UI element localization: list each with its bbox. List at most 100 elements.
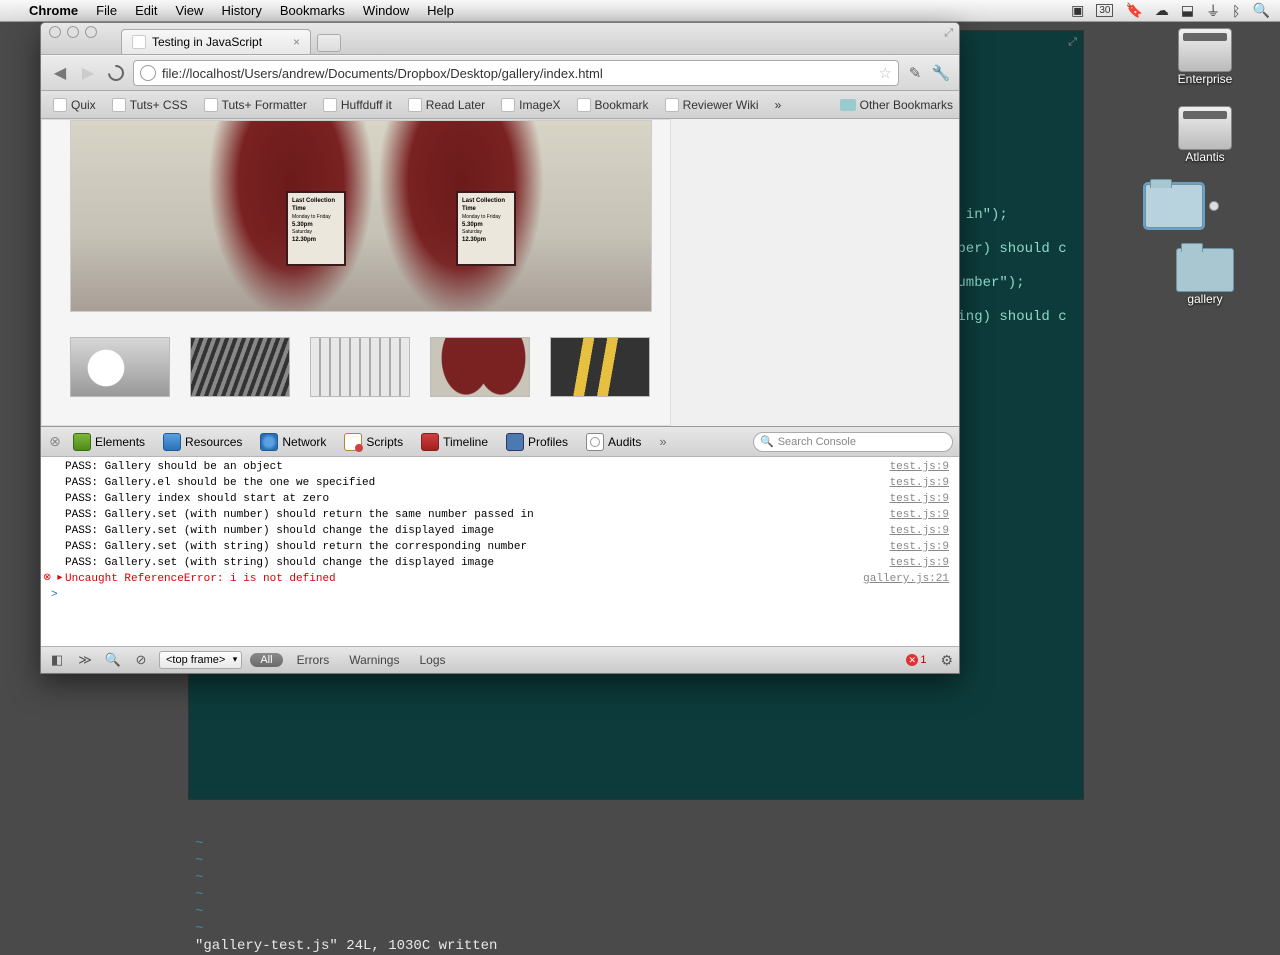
code-line: mber) should c <box>949 241 1083 258</box>
filter-errors[interactable]: Errors <box>291 651 336 669</box>
help-menu[interactable]: Help <box>427 3 454 18</box>
bookmarks-bar: Quix Tuts+ CSS Tuts+ Formatter Huffduff … <box>41 91 959 119</box>
devtools-panel: ⊗ Elements Resources Network Scripts Tim… <box>41 426 959 673</box>
console-output[interactable]: PASS: Gallery should be an objecttest.js… <box>41 457 959 646</box>
bookmark-star-icon[interactable]: ☆ <box>879 64 892 82</box>
show-console-button[interactable]: ≫ <box>75 651 95 669</box>
bookmark-imagex[interactable]: ImageX <box>495 96 566 114</box>
window-minimize-button[interactable] <box>67 26 79 38</box>
console-source-link[interactable]: test.js:9 <box>890 539 949 555</box>
desktop-drive-enterprise[interactable]: Enterprise <box>1145 28 1265 86</box>
filter-all[interactable]: All <box>250 653 282 667</box>
devtools-tab-profiles[interactable]: Profiles <box>498 430 576 454</box>
thumbnail-5[interactable] <box>550 337 650 397</box>
calendar-icon[interactable]: 30 <box>1096 4 1113 17</box>
wifi-icon[interactable]: ⏚ <box>1206 1 1220 21</box>
desktop-folder-gallery[interactable]: gallery <box>1145 248 1265 306</box>
browser-tab[interactable]: Testing in JavaScript × <box>121 29 311 54</box>
devtools-tab-timeline[interactable]: Timeline <box>413 430 496 454</box>
filter-warnings[interactable]: Warnings <box>343 651 405 669</box>
bookmark-label: Bookmark <box>595 98 649 112</box>
bookmark-tuts-formatter[interactable]: Tuts+ Formatter <box>198 96 313 114</box>
thumbnail-1[interactable] <box>70 337 170 397</box>
wrench-menu-icon[interactable]: 🔧 <box>931 63 951 83</box>
console-source-link[interactable]: test.js:9 <box>890 523 949 539</box>
desktop-drive-atlantis[interactable]: Atlantis <box>1145 106 1265 164</box>
console-source-link[interactable]: test.js:9 <box>890 475 949 491</box>
bookmark-tuts-css[interactable]: Tuts+ CSS <box>106 96 194 114</box>
bookmarks-menu[interactable]: Bookmarks <box>280 3 345 18</box>
devtools-close-button[interactable]: ⊗ <box>47 434 63 450</box>
bookmark-bookmark[interactable]: Bookmark <box>571 96 655 114</box>
tab-close-icon[interactable]: × <box>293 35 300 49</box>
bookmarks-overflow[interactable]: » <box>769 96 788 114</box>
forward-button[interactable]: ▶ <box>77 62 99 84</box>
error-count-badge[interactable]: ✕1 <box>906 654 926 666</box>
devtools-statusbar: ◧ ≫ 🔍 ⊘ <top frame> All Errors Warnings … <box>41 646 959 673</box>
code-line: d in"); <box>949 207 1083 224</box>
bookmark-label: Read Later <box>426 98 485 112</box>
devtools-settings-icon[interactable]: ⚙ <box>940 652 953 669</box>
view-menu[interactable]: View <box>175 3 203 18</box>
console-source-link[interactable]: test.js:9 <box>890 459 949 475</box>
devtools-tab-scripts[interactable]: Scripts <box>336 430 411 454</box>
devtools-tab-audits[interactable]: Audits <box>578 430 649 454</box>
console-source-link[interactable]: test.js:9 <box>890 491 949 507</box>
site-info-icon[interactable] <box>140 65 156 81</box>
new-tab-button[interactable] <box>317 34 341 52</box>
reload-button[interactable] <box>105 62 127 84</box>
thumbnail-2[interactable] <box>190 337 290 397</box>
bookmark-reviewer-wiki[interactable]: Reviewer Wiki <box>659 96 765 114</box>
bookmark-read-later[interactable]: Read Later <box>402 96 491 114</box>
console-prompt[interactable]: > <box>41 587 959 603</box>
extension-icon[interactable]: ✎ <box>905 63 925 83</box>
bluetooth-icon[interactable]: ᛒ <box>1232 3 1240 19</box>
devtools-tab-elements[interactable]: Elements <box>65 430 153 454</box>
tab-label: Resources <box>185 435 242 449</box>
screenrec-icon[interactable]: ▣ <box>1071 2 1084 19</box>
console-error-line: Uncaught ReferenceError: i is not define… <box>41 571 959 587</box>
desktop-folder-selected[interactable] <box>1145 184 1265 228</box>
tab-title: Testing in JavaScript <box>152 35 262 49</box>
console-search-input[interactable]: Search Console <box>753 432 953 452</box>
error-count: 1 <box>920 654 926 666</box>
window-close-button[interactable] <box>49 26 61 38</box>
console-source-link[interactable]: test.js:9 <box>890 555 949 571</box>
filter-logs[interactable]: Logs <box>413 651 451 669</box>
other-bookmarks[interactable]: Other Bookmarks <box>840 98 953 112</box>
postbox-panel: Last Collection Time Monday to Friday 5.… <box>286 191 346 266</box>
dropbox-icon[interactable]: ⬓ <box>1181 2 1194 19</box>
frame-selector[interactable]: <top frame> <box>159 651 242 669</box>
file-menu[interactable]: File <box>96 3 117 18</box>
clear-console-button[interactable]: ⊘ <box>131 651 151 669</box>
bookmark-huffduff[interactable]: Huffduff it <box>317 96 398 114</box>
back-button[interactable]: ◀ <box>49 62 71 84</box>
devtools-overflow[interactable]: » <box>659 434 666 449</box>
thumbnail-4[interactable] <box>430 337 530 397</box>
thumbnail-3[interactable] <box>310 337 410 397</box>
timeline-icon <box>421 433 439 451</box>
reading-list-icon[interactable]: 🔖 <box>1125 2 1142 19</box>
fullscreen-icon[interactable]: ⤢ <box>1068 35 1077 52</box>
edit-menu[interactable]: Edit <box>135 3 157 18</box>
devtools-tab-network[interactable]: Network <box>252 430 334 454</box>
address-bar[interactable]: file://localhost/Users/andrew/Documents/… <box>133 60 899 86</box>
devtools-tab-resources[interactable]: Resources <box>155 430 250 454</box>
dock-toggle-button[interactable]: ◧ <box>47 651 67 669</box>
spotlight-icon[interactable]: 🔍 <box>1253 2 1270 19</box>
window-zoom-button[interactable] <box>85 26 97 38</box>
history-menu[interactable]: History <box>221 3 261 18</box>
bookmark-quix[interactable]: Quix <box>47 96 102 114</box>
console-source-link[interactable]: gallery.js:21 <box>863 571 949 587</box>
bookmark-icon <box>323 98 337 112</box>
vim-tilde: ~ <box>189 836 1083 853</box>
console-source-link[interactable]: test.js:9 <box>890 507 949 523</box>
macos-menubar: Chrome File Edit View History Bookmarks … <box>0 0 1280 22</box>
cloud-icon[interactable]: ☁ <box>1155 2 1169 19</box>
folder-icon <box>840 99 856 111</box>
console-log-line: PASS: Gallery.set (with number) should r… <box>41 507 959 523</box>
search-button[interactable]: 🔍 <box>103 651 123 669</box>
window-menu[interactable]: Window <box>363 3 409 18</box>
app-menu[interactable]: Chrome <box>29 3 78 18</box>
fullscreen-icon[interactable]: ⤢ <box>944 27 953 40</box>
